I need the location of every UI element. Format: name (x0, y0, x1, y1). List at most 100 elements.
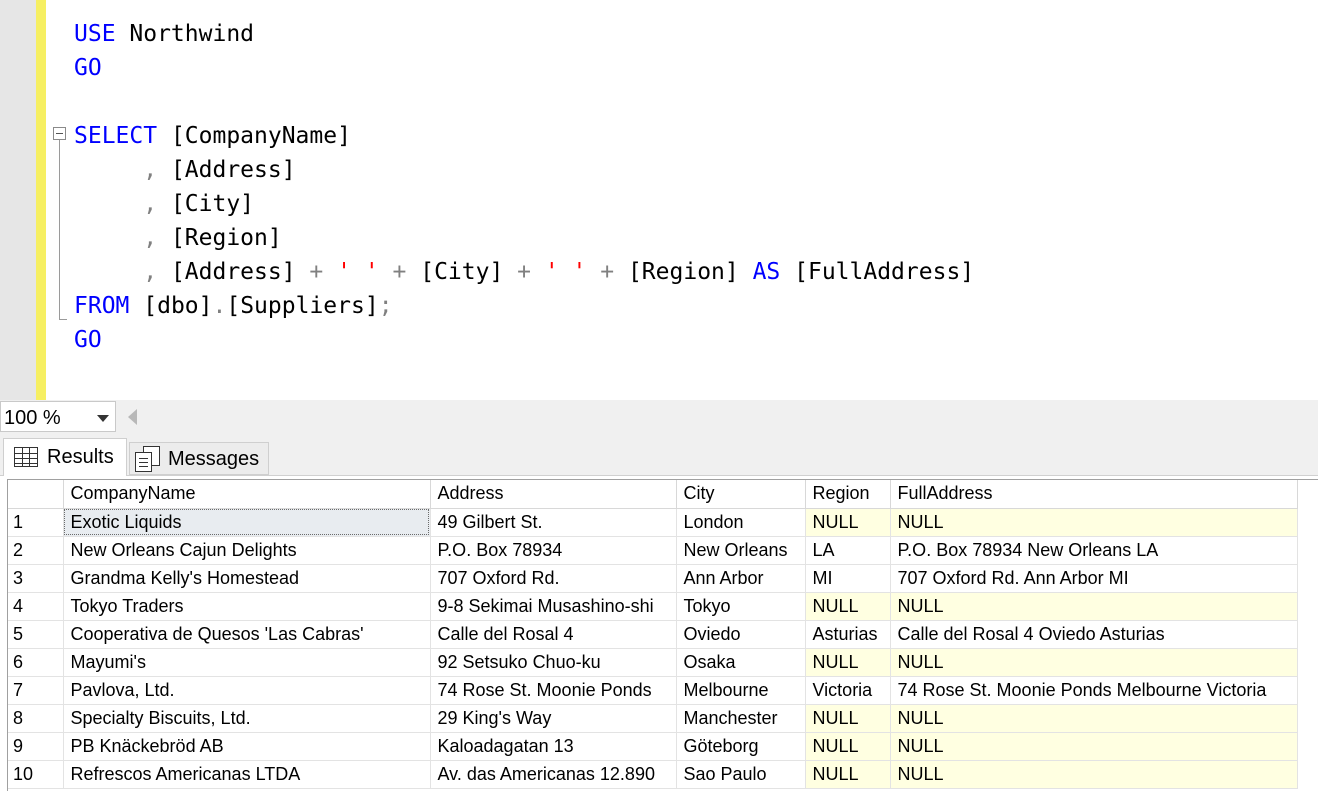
code-token: [City] (170, 191, 255, 217)
table-cell[interactable]: New Orleans Cajun Delights (63, 536, 431, 565)
tab-results[interactable]: Results (3, 438, 127, 476)
table-row[interactable]: 5 Cooperativa de Quesos 'Las Cabras' Calle… (8, 620, 1298, 649)
column-header[interactable]: Address (430, 480, 677, 509)
table-cell[interactable]: New Orleans (676, 536, 806, 565)
table-cell[interactable]: Tokyo Traders (63, 592, 431, 621)
table-cell[interactable]: Tokyo (676, 592, 806, 621)
table-cell[interactable]: Manchester (676, 704, 806, 733)
column-header[interactable] (8, 480, 64, 509)
table-cell[interactable]: Kaloadagatan 13 (430, 732, 677, 761)
table-cell[interactable]: Calle del Rosal 4 (430, 620, 677, 649)
table-cell[interactable]: Exotic Liquids (63, 508, 431, 537)
row-number[interactable]: 6 (8, 648, 64, 677)
table-row[interactable]: 9 PB Knäckebröd AB Kaloadagatan 13 Göteborg… (8, 732, 1298, 761)
table-cell[interactable]: NULL (890, 704, 1298, 733)
table-row[interactable]: 2 New Orleans Cajun Delights P.O. Box 7893… (8, 536, 1298, 565)
table-cell[interactable]: P.O. Box 78934 New Orleans LA (890, 536, 1298, 565)
table-cell[interactable]: NULL (805, 592, 891, 621)
code-line[interactable]: USE Northwind (74, 17, 254, 51)
table-row[interactable]: 6 Mayumi's 92 Setsuko Chuo-ku Osaka NULL NULL (8, 648, 1298, 677)
table-row[interactable]: 8 Specialty Biscuits, Ltd. 29 King's Way Ma… (8, 704, 1298, 733)
results-grid[interactable]: CompanyName Address City Region FullAddress … (0, 476, 1318, 791)
table-cell[interactable]: NULL (805, 508, 891, 537)
table-cell[interactable]: Specialty Biscuits, Ltd. (63, 704, 431, 733)
code-line[interactable]: , [Address] + ' ' + [City] + ' ' + [Regi… (74, 255, 974, 289)
query-editor[interactable]: USE Northwind GO SELECT [CompanyName] , [A… (0, 0, 1318, 400)
table-cell[interactable]: Grandma Kelly's Homestead (63, 564, 431, 593)
collapse-icon[interactable] (53, 127, 66, 140)
table-cell[interactable]: NULL (805, 760, 891, 789)
tab-messages[interactable]: Messages (129, 442, 269, 475)
table-cell[interactable]: MI (805, 564, 891, 593)
code-line[interactable]: , [Region] (74, 221, 282, 255)
table-cell[interactable]: P.O. Box 78934 (430, 536, 677, 565)
code-line[interactable]: FROM [dbo].[Suppliers]; (74, 289, 393, 323)
table-cell[interactable]: NULL (805, 648, 891, 677)
code-line[interactable]: GO (74, 323, 102, 357)
table-cell[interactable]: 49 Gilbert St. (430, 508, 677, 537)
code-line[interactable]: , [City] (74, 187, 254, 221)
table-cell[interactable]: NULL (890, 732, 1298, 761)
table-cell[interactable]: Melbourne (676, 676, 806, 705)
column-header[interactable]: FullAddress (890, 480, 1298, 509)
table-cell[interactable]: Calle del Rosal 4 Oviedo Asturias (890, 620, 1298, 649)
row-number[interactable]: 7 (8, 676, 64, 705)
table-cell[interactable]: NULL (890, 592, 1298, 621)
code-line[interactable]: , [Address] (74, 153, 295, 187)
code-token: [Address] (170, 259, 310, 285)
table-cell[interactable]: Pavlova, Ltd. (63, 676, 431, 705)
table-cell[interactable]: 707 Oxford Rd. Ann Arbor MI (890, 564, 1298, 593)
row-number[interactable]: 9 (8, 732, 64, 761)
scroll-left-icon[interactable] (128, 409, 137, 425)
table-cell[interactable]: Asturias (805, 620, 891, 649)
column-header[interactable]: City (676, 480, 806, 509)
table-cell[interactable]: NULL (805, 732, 891, 761)
table-cell[interactable]: London (676, 508, 806, 537)
table-cell[interactable]: Göteborg (676, 732, 806, 761)
table-row[interactable]: 3 Grandma Kelly's Homestead 707 Oxford Rd.… (8, 564, 1298, 593)
row-number[interactable]: 3 (8, 564, 64, 593)
row-number[interactable]: 4 (8, 592, 64, 621)
code-token: [CompanyName] (170, 123, 351, 149)
column-header[interactable]: CompanyName (63, 480, 431, 509)
table-cell[interactable]: Mayumi's (63, 648, 431, 677)
code-line[interactable]: GO (74, 51, 102, 85)
table-cell[interactable]: Cooperativa de Quesos 'Las Cabras' (63, 620, 431, 649)
code-token: [Region] (170, 225, 282, 251)
table-cell[interactable]: NULL (890, 648, 1298, 677)
row-number[interactable]: 8 (8, 704, 64, 733)
table-cell[interactable]: Oviedo (676, 620, 806, 649)
table-cell[interactable]: 9-8 Sekimai Musashino-shi (430, 592, 677, 621)
table-cell[interactable]: Osaka (676, 648, 806, 677)
table-cell[interactable]: 74 Rose St. Moonie Ponds Melbourne Victo… (890, 676, 1298, 705)
chevron-down-icon[interactable] (97, 415, 109, 422)
table-cell[interactable]: PB Knäckebröd AB (63, 732, 431, 761)
table-cell[interactable]: 707 Oxford Rd. (430, 564, 677, 593)
table-cell[interactable]: NULL (805, 704, 891, 733)
code-token: + (309, 259, 338, 285)
column-header[interactable]: Region (805, 480, 891, 509)
row-number[interactable]: 2 (8, 536, 64, 565)
row-number[interactable]: 5 (8, 620, 64, 649)
table-row[interactable]: 4 Tokyo Traders 9-8 Sekimai Musashino-shi T… (8, 592, 1298, 621)
table-row[interactable]: 10 Refrescos Americanas LTDA Av. das Ameri… (8, 760, 1298, 789)
row-number[interactable]: 10 (8, 760, 64, 789)
code-line[interactable]: SELECT [CompanyName] (74, 119, 351, 153)
table-cell[interactable]: Ann Arbor (676, 564, 806, 593)
table-cell[interactable]: Refrescos Americanas LTDA (63, 760, 431, 789)
table-cell[interactable]: Av. das Americanas 12.890 (430, 760, 677, 789)
table-cell[interactable]: LA (805, 536, 891, 565)
table-cell[interactable]: 29 King's Way (430, 704, 677, 733)
table-cell[interactable]: NULL (890, 508, 1298, 537)
code-token: [City] (420, 259, 518, 285)
table-cell[interactable]: 92 Setsuko Chuo-ku (430, 648, 677, 677)
table-cell[interactable]: Sao Paulo (676, 760, 806, 789)
table-cell[interactable]: NULL (890, 760, 1298, 789)
table-cell[interactable]: 74 Rose St. Moonie Ponds (430, 676, 677, 705)
table-cell[interactable]: Victoria (805, 676, 891, 705)
table-row[interactable]: 1 Exotic Liquids 49 Gilbert St. London NULL N… (8, 508, 1298, 537)
code-token: ' ' (337, 259, 393, 285)
row-number[interactable]: 1 (8, 508, 64, 537)
table-row[interactable]: 7 Pavlova, Ltd. 74 Rose St. Moonie Ponds Me… (8, 676, 1298, 705)
zoom-dropdown[interactable]: 100 % (0, 401, 116, 432)
